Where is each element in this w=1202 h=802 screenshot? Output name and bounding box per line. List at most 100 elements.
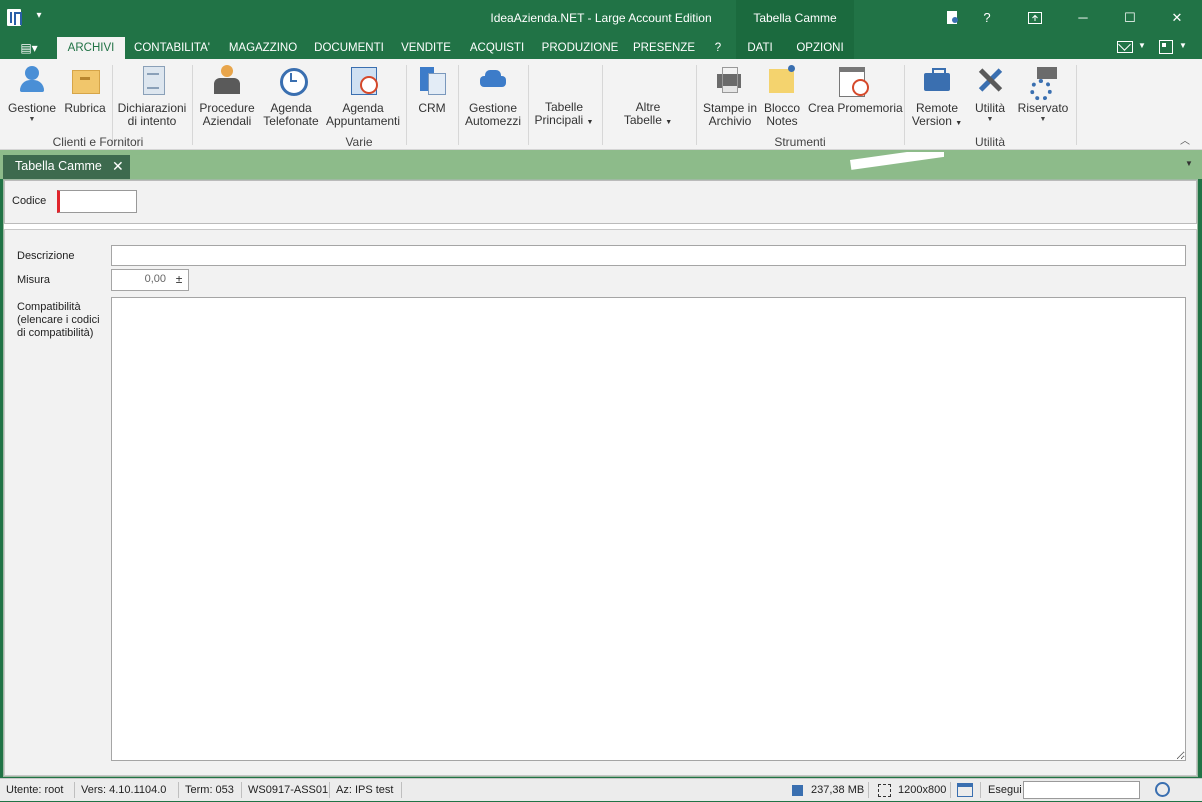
status-term: Term: 053: [185, 784, 234, 796]
people-icon: [16, 64, 48, 96]
crea-promemoria-button[interactable]: Crea Promemoria: [808, 64, 903, 115]
stampe-archivio-button[interactable]: Stampe in Archivio: [701, 64, 759, 128]
utilita-button[interactable]: Utilità ▼: [968, 64, 1012, 125]
tab-acquisti[interactable]: ACQUISTI: [463, 37, 531, 59]
close-button[interactable]: ✕: [1165, 6, 1189, 30]
document-user-icon[interactable]: [941, 6, 965, 30]
status-workstation: WS0917-ASS01: [248, 784, 329, 796]
app-logo-icon[interactable]: [7, 9, 22, 26]
group-label-strumenti: Strumenti: [774, 135, 826, 149]
dropdown-arrow-icon: ▼: [665, 119, 673, 126]
status-separator: [74, 782, 75, 798]
esegui-label: Esegui: [988, 784, 1022, 796]
ribbon-separator: [406, 65, 407, 145]
compatibilita-label: Compatibilità (elencare i codici di comp…: [17, 301, 100, 339]
dropdown-arrow-icon: ▼: [28, 116, 36, 123]
collapse-ribbon-icon[interactable]: ︿: [1180, 132, 1190, 147]
misura-spin-button[interactable]: ±: [172, 270, 186, 290]
dropdown-arrow-icon: ▼: [955, 120, 963, 127]
tab-list-dropdown-icon[interactable]: ▼: [1185, 159, 1193, 168]
document-tab-label: Tabella Camme: [15, 159, 102, 173]
document-icon: [136, 64, 168, 96]
app-window: IdeaAzienda.NET - Large Account Edition …: [0, 0, 1202, 801]
help-button[interactable]: ?: [975, 6, 999, 30]
status-bar: Utente: root Vers: 4.10.1104.0 Term: 053…: [0, 778, 1202, 801]
status-separator: [868, 782, 869, 798]
header-panel: [4, 180, 1197, 224]
ribbon-display-options-icon[interactable]: [1023, 6, 1047, 30]
agenda-telefonate-button[interactable]: Agenda Telefonate: [260, 64, 322, 128]
dropdown-arrow-icon: ▼: [1039, 116, 1047, 123]
rubrica-button[interactable]: Rubrica: [62, 64, 108, 115]
tab-vendite[interactable]: VENDITE: [395, 37, 457, 59]
history-icon[interactable]: [1155, 782, 1170, 797]
codice-input[interactable]: [57, 190, 137, 213]
mail-dropdown-icon[interactable]: ▼: [1138, 41, 1146, 50]
title-bar: IdeaAzienda.NET - Large Account Edition …: [0, 0, 1202, 37]
ribbon: Gestione ▼ Rubrica Dichiarazioni di inte…: [0, 59, 1202, 150]
minimize-button[interactable]: ─: [1071, 6, 1095, 30]
esegui-input[interactable]: [1023, 781, 1140, 799]
tab-magazzino[interactable]: MAGAZZINO: [223, 37, 303, 59]
file-menu-button[interactable]: ▤▾: [10, 37, 48, 59]
close-tab-icon[interactable]: ✕: [112, 155, 126, 179]
tab-dati[interactable]: DATI: [740, 37, 780, 59]
group-label-utilita: Utilità: [974, 135, 1005, 149]
crm-icon: [416, 64, 448, 96]
window-title: IdeaAzienda.NET - Large Account Edition: [490, 11, 712, 25]
riservato-button[interactable]: Riservato ▼: [1014, 64, 1072, 125]
crm-button[interactable]: CRM: [412, 64, 452, 115]
status-separator: [950, 782, 951, 798]
descrizione-input[interactable]: [111, 245, 1186, 266]
descrizione-label: Descrizione: [17, 250, 75, 262]
maximize-button[interactable]: ☐: [1118, 6, 1142, 30]
ribbon-separator: [528, 65, 529, 145]
dichiarazioni-intento-button[interactable]: Dichiarazioni di intento: [116, 64, 188, 128]
sticky-note-icon: [766, 64, 798, 96]
status-memory: 237,38 MB: [811, 784, 865, 796]
window-layout-dropdown-icon[interactable]: ▼: [1179, 41, 1187, 50]
status-separator: [178, 782, 179, 798]
codice-label: Codice: [12, 195, 47, 207]
procedure-aziendali-button[interactable]: Procedure Aziendali: [196, 64, 258, 128]
tab-opzioni[interactable]: OPZIONI: [790, 37, 850, 59]
tab-help[interactable]: ?: [705, 37, 731, 59]
ribbon-separator: [112, 65, 113, 145]
reminder-calendar-icon: [836, 64, 869, 97]
dropdown-arrow-icon: ▼: [986, 116, 994, 123]
window-layout-icon[interactable]: [1159, 40, 1173, 54]
window-icon[interactable]: [957, 783, 973, 797]
altre-tabelle-button[interactable]: Altre Tabelle ▼: [616, 101, 680, 129]
ribbon-separator: [192, 65, 193, 145]
agenda-appuntamenti-button[interactable]: Agenda Appuntamenti: [326, 64, 400, 128]
status-versione: Vers: 4.10.1104.0: [81, 784, 167, 796]
quick-access-dropdown-icon[interactable]: ▾: [33, 9, 45, 23]
ribbon-separator: [1076, 65, 1077, 145]
settings-gear-icon: [1027, 64, 1059, 101]
ribbon-tabs: ▤▾ ARCHIVI CONTABILITA' MAGAZZINO DOCUME…: [0, 37, 1202, 59]
tab-presenze[interactable]: PRESENZE: [629, 37, 699, 59]
group-label-varie: Varie: [345, 135, 373, 149]
remote-version-button[interactable]: Remote Version ▼: [908, 64, 966, 130]
ribbon-separator: [602, 65, 603, 145]
ribbon-separator: [904, 65, 905, 145]
tab-documenti[interactable]: DOCUMENTI: [309, 37, 389, 59]
archive-box-icon: [69, 64, 101, 96]
tab-produzione[interactable]: PRODUZIONE: [537, 37, 623, 59]
tabelle-principali-button[interactable]: Tabelle Principali ▼: [532, 101, 596, 129]
status-resolution: 1200x800: [898, 784, 947, 796]
status-azienda: Az: IPS test: [336, 784, 394, 796]
status-separator: [980, 782, 981, 798]
gestione-automezzi-button[interactable]: Gestione Automezzi: [463, 64, 523, 128]
tab-contabilita[interactable]: CONTABILITA': [129, 37, 215, 59]
compatibilita-textarea[interactable]: [111, 297, 1186, 761]
tab-archivi[interactable]: ARCHIVI: [57, 37, 125, 59]
mail-icon[interactable]: [1117, 41, 1133, 53]
group-label-clienti: Clienti e Fornitori: [52, 135, 144, 149]
blocco-notes-button[interactable]: Blocco Notes: [762, 64, 802, 128]
ribbon-separator: [696, 65, 697, 145]
document-tab[interactable]: Tabella Camme ✕: [3, 155, 130, 179]
calendar-clock-icon: [347, 64, 379, 96]
tools-icon: [974, 64, 1006, 96]
gestione-button[interactable]: Gestione ▼: [4, 64, 60, 125]
